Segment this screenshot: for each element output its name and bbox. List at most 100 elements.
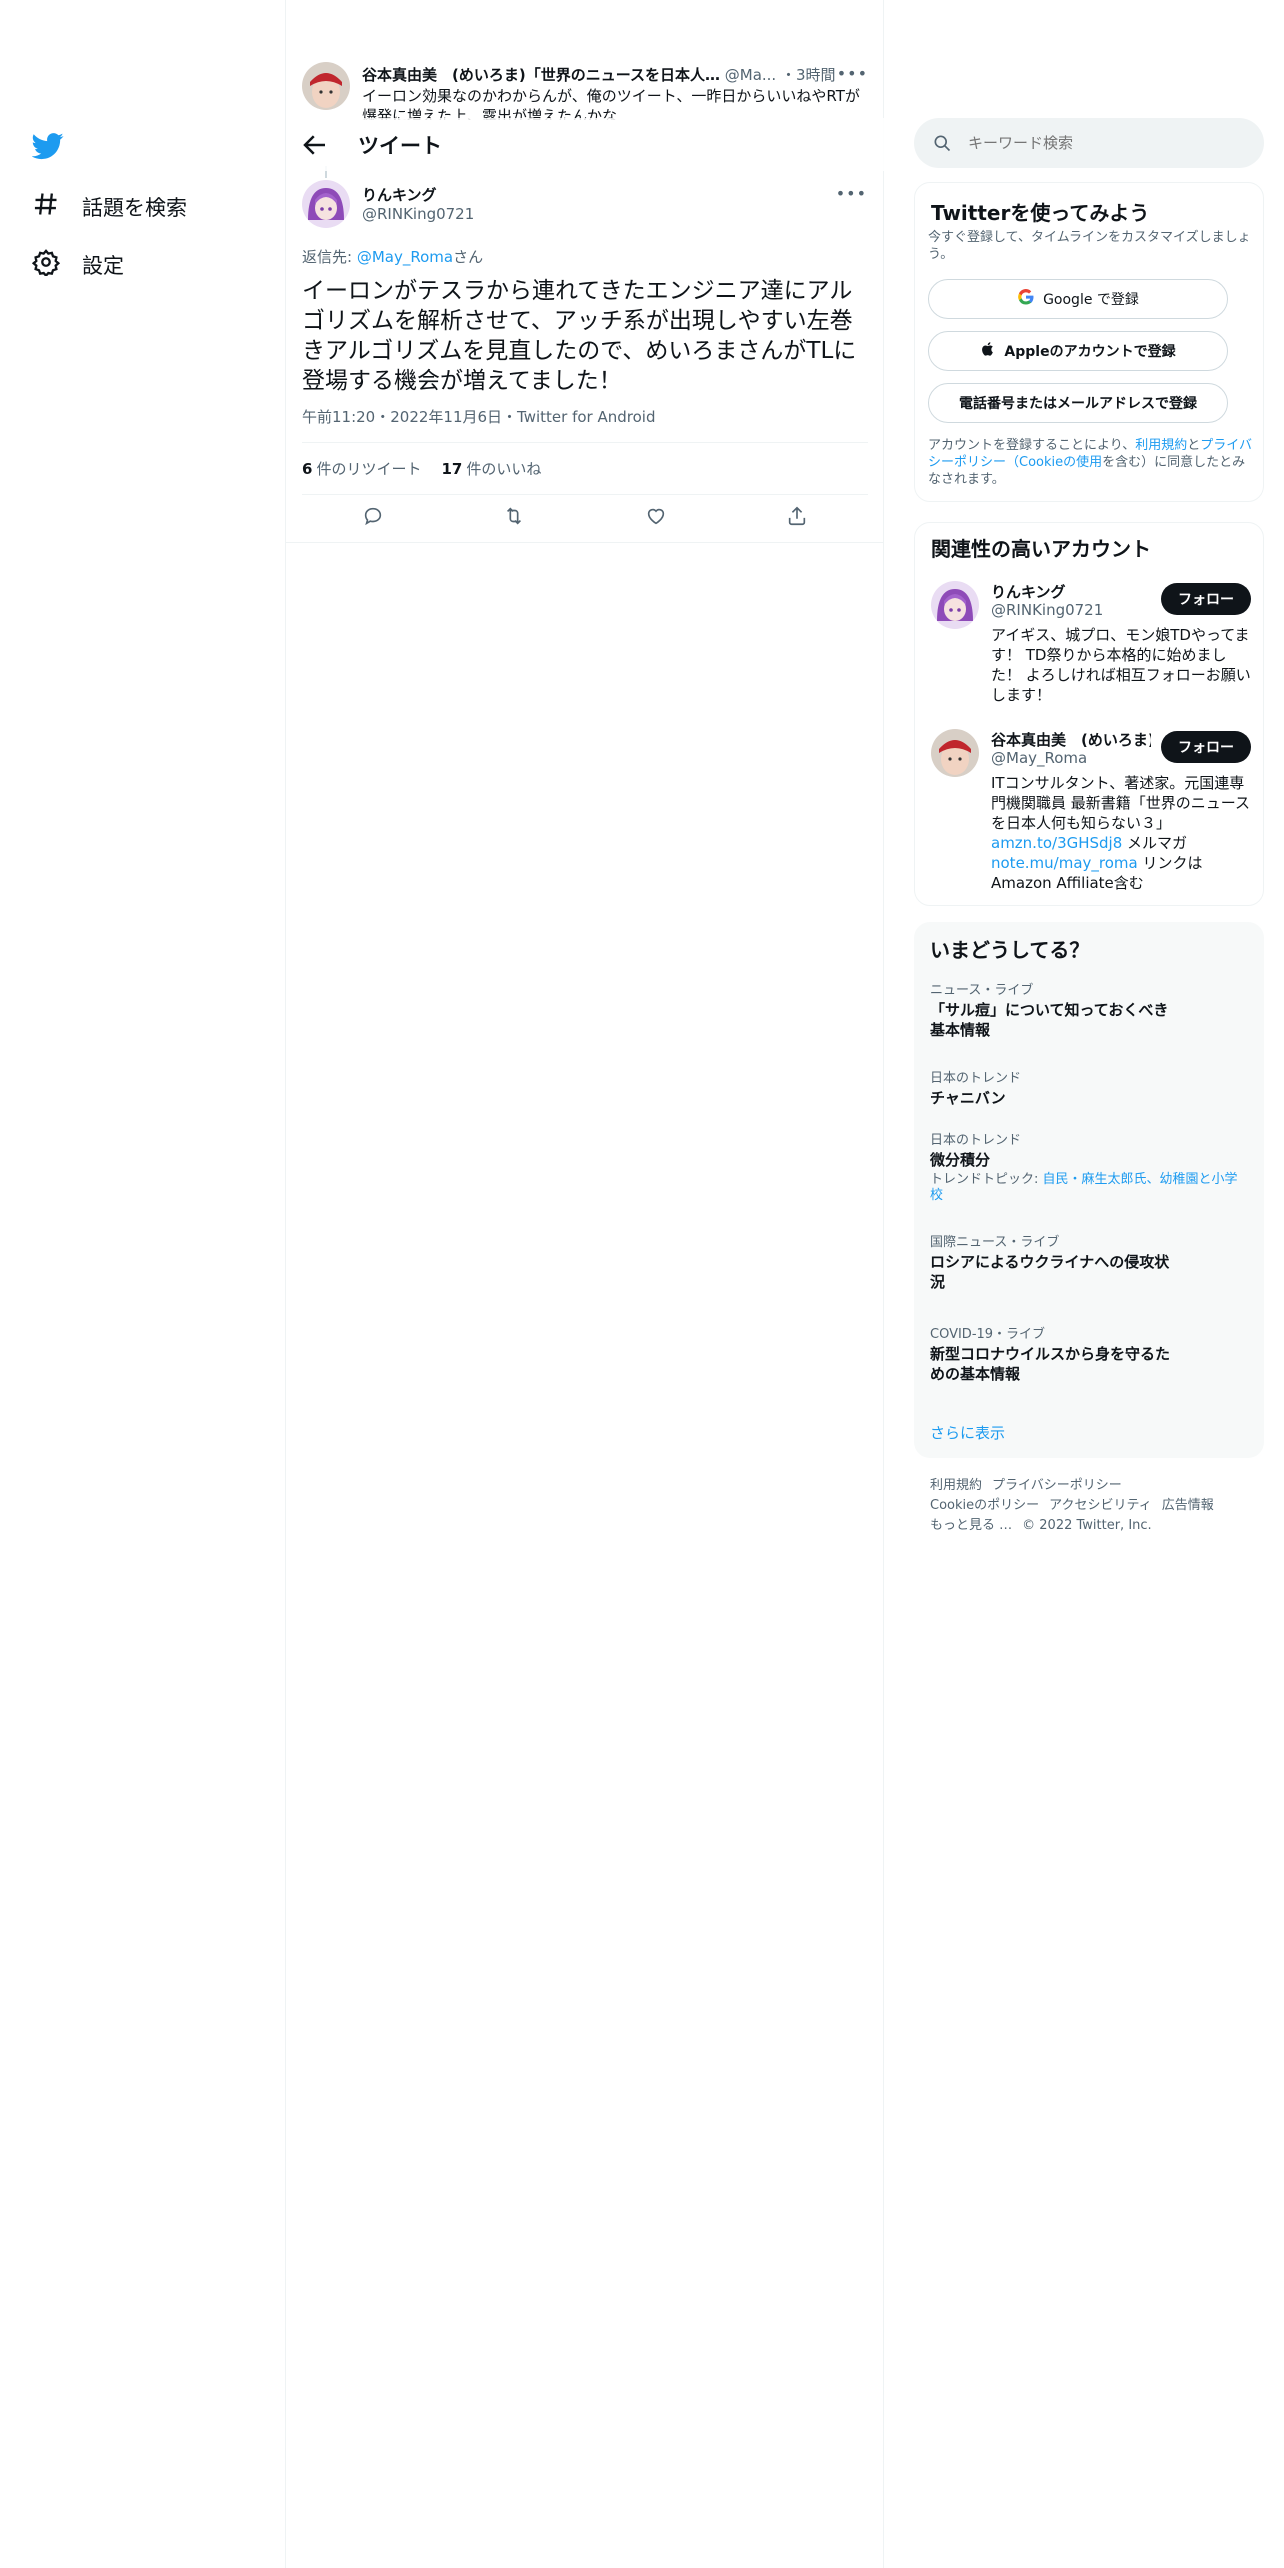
account-bio: アイギス、城プロ、モン娘TDやってます！ TD祭りから本格的に始めました！ よろ… xyxy=(991,626,1251,704)
nav-explore[interactable]: 話題を検索 xyxy=(32,190,187,223)
trend-title: 微分積分 xyxy=(930,1151,991,1169)
tweet-timestamp[interactable]: 午前11:20・2022年11月6日・Twitter for Android xyxy=(302,406,655,427)
footer-cookie-link[interactable]: Cookieのポリシー xyxy=(930,1498,1039,1513)
footer-row: もっと見る … © 2022 Twitter, Inc. xyxy=(930,1516,1250,1536)
footer-terms-link[interactable]: 利用規約 xyxy=(930,1478,982,1493)
signup-card: Twitterを使ってみよう 今すぐ登録して、タイムラインをカスタマイズしましょ… xyxy=(914,182,1264,502)
retweet-count: 6 xyxy=(302,460,313,478)
search-input[interactable] xyxy=(968,118,1248,168)
retweet-count-label: 件のリツイート xyxy=(316,460,422,478)
divider xyxy=(302,494,868,495)
twitter-bird-icon[interactable] xyxy=(31,130,64,162)
nav-explore-label: 話題を検索 xyxy=(82,195,187,220)
author-name[interactable]: 谷本真由美 (めいろま)「世界のニュースを日本人… xyxy=(362,66,720,84)
phone-email-signup-button[interactable]: 電話番号またはメールアドレスで登録 xyxy=(928,383,1228,423)
trend-category: 日本のトレンド xyxy=(930,1071,1022,1086)
signup-legal-text: アカウントを登録することにより、利用規約とプライバシーポリシー（Cookieの使… xyxy=(928,437,1253,488)
footer-accessibility-link[interactable]: アクセシビリティ xyxy=(1049,1498,1152,1513)
trend-topic-label: トレンドトピック: xyxy=(930,1172,1043,1187)
separator: ・ xyxy=(780,66,796,84)
left-nav: 話題を検索 設定 xyxy=(0,0,286,2568)
retweet-count-link[interactable]: 6 件のリツイート xyxy=(302,458,421,479)
phone-email-signup-label: 電話番号またはメールアドレスで登録 xyxy=(959,396,1197,412)
nav-settings[interactable]: 設定 xyxy=(31,248,124,281)
legal-text-1: アカウントを登録することにより、 xyxy=(928,438,1136,453)
account-handle[interactable]: @RINKing0721 xyxy=(991,601,1103,619)
more-icon[interactable]: ••• xyxy=(836,184,867,203)
retweet-icon[interactable] xyxy=(503,505,525,535)
author-handle[interactable]: @Ma... xyxy=(725,66,776,84)
parent-tweet[interactable]: 谷本真由美 (めいろま)「世界のニュースを日本人… @Ma... ・3時間 ••… xyxy=(302,62,868,120)
trend-title: チャニバン xyxy=(930,1089,1006,1107)
reply-to-line: 返信先: @May_Romaさん xyxy=(302,246,483,267)
google-signup-button[interactable]: Google で登録 xyxy=(928,279,1228,319)
parent-tweet-header: 谷本真由美 (めいろま)「世界のニュースを日本人… @Ma... ・3時間 xyxy=(362,64,862,85)
account-bio: ITコンサルタント、著述家。元国連専門機関職員 最新書籍「世界のニュースを日本人… xyxy=(991,773,1251,893)
reply-suffix: さん xyxy=(453,248,484,266)
footer-row: Cookieのポリシー アクセシビリティ 広告情報 xyxy=(930,1496,1250,1516)
search-box[interactable] xyxy=(914,118,1264,168)
related-accounts-card: 関連性の高いアカウント りんキング @RINKing0721 フォロー アイギス… xyxy=(914,522,1264,906)
tweet-actions xyxy=(302,505,868,535)
account-name[interactable]: りんキング xyxy=(991,581,1151,602)
main-column: 谷本真由美 (めいろま)「世界のニュースを日本人… @Ma... ・3時間 ••… xyxy=(286,0,884,2568)
tweet-stats: 6 件のリツイート 17 件のいいね xyxy=(302,458,541,479)
apple-icon xyxy=(980,341,996,361)
show-more-link[interactable]: さらに表示 xyxy=(930,1422,1005,1443)
trend-title: 新型コロナウイルスから身を守るための基本情報 xyxy=(930,1345,1171,1383)
trend-title: ロシアによるウクライナへの侵攻状況 xyxy=(930,1253,1170,1291)
tweet-time[interactable]: 3時間 xyxy=(796,66,836,84)
reply-prefix: 返信先: xyxy=(302,248,357,266)
trend-item[interactable]: 日本のトレンド 微分積分 トレンドトピック: 自民・麻生太郎氏、幼稚園と小学校 xyxy=(930,1132,1250,1204)
bio-link-amazon[interactable]: amzn.to/3GHSdj8 xyxy=(991,834,1122,852)
google-icon xyxy=(1017,288,1035,310)
footer-ads-link[interactable]: 広告情報 xyxy=(1162,1498,1214,1513)
like-count: 17 xyxy=(441,460,463,478)
trend-item[interactable]: ニュース・ライブ 「サル痘」について知っておくべき基本情報 xyxy=(930,982,1250,1040)
author-handle[interactable]: @RINKing0721 xyxy=(362,205,474,223)
reply-to-link[interactable]: @May_Roma xyxy=(357,248,453,266)
share-icon[interactable] xyxy=(786,505,808,535)
avatar[interactable] xyxy=(302,62,350,110)
trend-category: ニュース・ライブ xyxy=(930,983,1034,998)
parent-tweet-text: イーロン効果なのかわからんが、俺のツイート、一昨日からいいねやRTが爆発に増えた… xyxy=(362,87,860,120)
like-heart-icon[interactable] xyxy=(645,505,667,535)
trend-item[interactable]: 国際ニュース・ライブ ロシアによるウクライナへの侵攻状況 xyxy=(930,1234,1250,1292)
back-arrow-icon[interactable] xyxy=(300,130,330,160)
trends-title: いまどうしてる？ xyxy=(930,938,1090,962)
follow-button[interactable]: フォロー xyxy=(1161,731,1251,763)
bio-text-1: ITコンサルタント、著述家。元国連専門機関職員 最新書籍「世界のニュースを日本人… xyxy=(991,774,1251,832)
bio-text-2: メルマガ xyxy=(1122,834,1188,852)
author-name[interactable]: りんキング xyxy=(362,184,437,205)
avatar[interactable] xyxy=(931,729,979,777)
footer-more-link[interactable]: もっと見る … xyxy=(930,1518,1012,1533)
footer-row: 利用規約 プライバシーポリシー xyxy=(930,1476,1250,1496)
bio-link-note[interactable]: note.mu/may_roma xyxy=(991,854,1138,872)
reply-icon[interactable] xyxy=(362,505,384,535)
trend-topic: トレンドトピック: 自民・麻生太郎氏、幼稚園と小学校 xyxy=(930,1172,1250,1204)
avatar[interactable] xyxy=(931,581,979,629)
page-title: ツイート xyxy=(358,134,442,158)
like-count-link[interactable]: 17 件のいいね xyxy=(441,458,541,479)
account-handle[interactable]: @May_Roma xyxy=(991,749,1087,767)
trends-card: いまどうしてる？ ニュース・ライブ 「サル痘」について知っておくべき基本情報 日… xyxy=(914,922,1264,1458)
hashtag-icon xyxy=(32,190,60,223)
like-count-label: 件のいいね xyxy=(466,460,542,478)
signup-title: Twitterを使ってみよう xyxy=(931,201,1150,225)
trend-category: 国際ニュース・ライブ xyxy=(930,1235,1060,1250)
footer-privacy-link[interactable]: プライバシーポリシー xyxy=(992,1478,1122,1493)
trend-category: COVID-19・ライブ xyxy=(930,1327,1046,1342)
gear-icon xyxy=(31,248,61,281)
terms-link[interactable]: 利用規約 xyxy=(1135,438,1187,453)
apple-signup-button[interactable]: Appleのアカウントで登録 xyxy=(928,331,1228,371)
footer: 利用規約 プライバシーポリシー Cookieのポリシー アクセシビリティ 広告情報 も… xyxy=(930,1476,1250,1536)
trend-item[interactable]: COVID-19・ライブ 新型コロナウイルスから身を守るための基本情報 xyxy=(930,1326,1250,1384)
apple-signup-label: Appleのアカウントで登録 xyxy=(1004,344,1176,360)
trend-item[interactable]: 日本のトレンド チャニバン xyxy=(930,1070,1250,1108)
follow-button[interactable]: フォロー xyxy=(1161,583,1251,615)
avatar[interactable] xyxy=(302,180,350,228)
signup-subtitle: 今すぐ登録して、タイムラインをカスタマイズしましょう。 xyxy=(928,230,1251,262)
tweet-header-bar: ツイート xyxy=(286,118,884,171)
more-icon[interactable]: ••• xyxy=(837,64,868,83)
account-name[interactable]: 谷本真由美 (めいろま)「世界のニュースを日本人は何も知らない３」 xyxy=(991,729,1151,750)
